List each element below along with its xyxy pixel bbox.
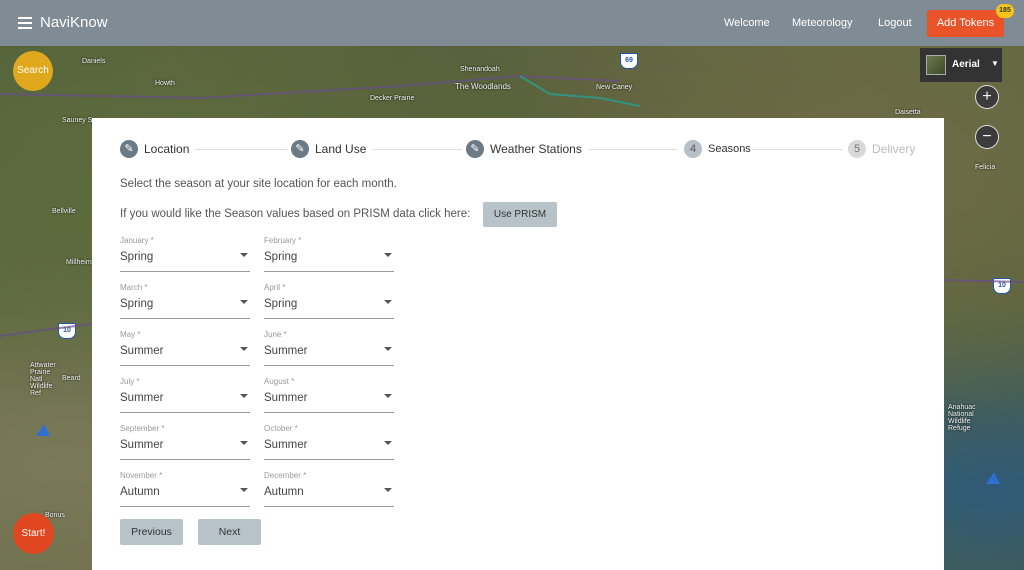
layer-label: Aerial [952, 59, 980, 70]
field-value: Autumn [264, 486, 304, 498]
start-button[interactable]: Start! [13, 513, 54, 554]
step-label: Delivery [872, 142, 916, 156]
token-count-badge: 185 [996, 4, 1014, 18]
field-value: Autumn [120, 486, 160, 498]
field-value: Summer [120, 439, 164, 451]
step-weather-stations[interactable]: ✎ Weather Stations [466, 140, 582, 158]
step-number: 5 [848, 140, 866, 158]
layer-thumbnail-icon [926, 55, 946, 75]
field-label: March * [120, 283, 148, 292]
field-value: Summer [264, 439, 308, 451]
pencil-icon: ✎ [466, 140, 484, 158]
field-value: Summer [120, 345, 164, 357]
caret-down-icon [384, 300, 392, 304]
field-label: August * [264, 377, 295, 386]
month-select-october[interactable]: October * Summer [264, 424, 394, 464]
month-select-may[interactable]: May * Summer [120, 330, 250, 370]
use-prism-button[interactable]: Use PRISM [483, 202, 557, 227]
field-value: Spring [120, 251, 154, 263]
previous-button[interactable]: Previous [120, 519, 183, 545]
caret-down-icon [240, 347, 248, 351]
field-value: Spring [120, 298, 154, 310]
caret-down-icon [240, 441, 248, 445]
month-select-september[interactable]: September * Summer [120, 424, 250, 464]
step-land-use[interactable]: ✎ Land Use [291, 140, 366, 158]
caret-down-icon [384, 253, 392, 257]
field-value: Summer [264, 392, 308, 404]
menu-icon[interactable] [18, 17, 32, 29]
zoom-in-button[interactable]: + [975, 85, 999, 109]
step-connector [372, 149, 462, 150]
field-label: April * [264, 283, 286, 292]
step-number: 4 [684, 140, 702, 158]
step-label: Weather Stations [490, 142, 582, 156]
field-label: February * [264, 236, 302, 245]
field-label: October * [264, 424, 298, 433]
step-connector [589, 149, 677, 150]
step-connector [195, 149, 287, 150]
pencil-icon: ✎ [120, 140, 138, 158]
search-button[interactable]: Search [13, 51, 53, 91]
caret-down-icon [240, 300, 248, 304]
field-label: November * [120, 471, 163, 480]
caret-down-icon: ▼ [991, 59, 999, 68]
field-value: Summer [264, 345, 308, 357]
month-select-march[interactable]: March * Spring [120, 283, 250, 323]
month-select-december[interactable]: December * Autumn [264, 471, 394, 511]
field-label: December * [264, 471, 307, 480]
seasons-wizard-panel: ✎ Location ✎ Land Use ✎ Weather Stations… [92, 118, 944, 570]
add-tokens-button[interactable]: Add Tokens [927, 10, 1004, 37]
field-label: May * [120, 330, 141, 339]
caret-down-icon [240, 394, 248, 398]
step-location[interactable]: ✎ Location [120, 140, 189, 158]
step-label: Seasons [708, 143, 751, 155]
field-value: Spring [264, 251, 298, 263]
nav-logout[interactable]: Logout [878, 17, 912, 29]
caret-down-icon [240, 488, 248, 492]
caret-down-icon [384, 488, 392, 492]
step-delivery: 5 Delivery [848, 140, 915, 158]
month-select-july[interactable]: July * Summer [120, 377, 250, 417]
field-label: January * [120, 236, 154, 245]
month-select-january[interactable]: January * Spring [120, 236, 250, 276]
field-value: Summer [120, 392, 164, 404]
step-seasons: 4 Seasons [684, 140, 751, 158]
caret-down-icon [384, 347, 392, 351]
top-navbar: NaviKnow Welcome Meteorology Logout Add … [0, 0, 1024, 46]
month-select-april[interactable]: April * Spring [264, 283, 394, 323]
field-value: Spring [264, 298, 298, 310]
step-label: Location [144, 142, 190, 156]
month-select-november[interactable]: November * Autumn [120, 471, 250, 511]
field-label: September * [120, 424, 165, 433]
caret-down-icon [384, 441, 392, 445]
prism-prompt-text: If you would like the Season values base… [120, 208, 471, 220]
month-select-june[interactable]: June * Summer [264, 330, 394, 370]
instructions-text: Select the season at your site location … [120, 178, 397, 190]
next-button[interactable]: Next [198, 519, 261, 545]
caret-down-icon [240, 253, 248, 257]
month-select-february[interactable]: February * Spring [264, 236, 394, 276]
nav-welcome[interactable]: Welcome [724, 17, 770, 29]
field-label: June * [264, 330, 287, 339]
month-select-august[interactable]: August * Summer [264, 377, 394, 417]
app-brand[interactable]: NaviKnow [40, 14, 108, 31]
step-connector [752, 149, 842, 150]
map-layer-selector[interactable]: Aerial ▼ [920, 48, 1002, 82]
zoom-out-button[interactable]: − [975, 125, 999, 149]
step-label: Land Use [315, 142, 367, 156]
caret-down-icon [384, 394, 392, 398]
nav-meteorology[interactable]: Meteorology [792, 17, 853, 29]
field-label: July * [120, 377, 140, 386]
pencil-icon: ✎ [291, 140, 309, 158]
